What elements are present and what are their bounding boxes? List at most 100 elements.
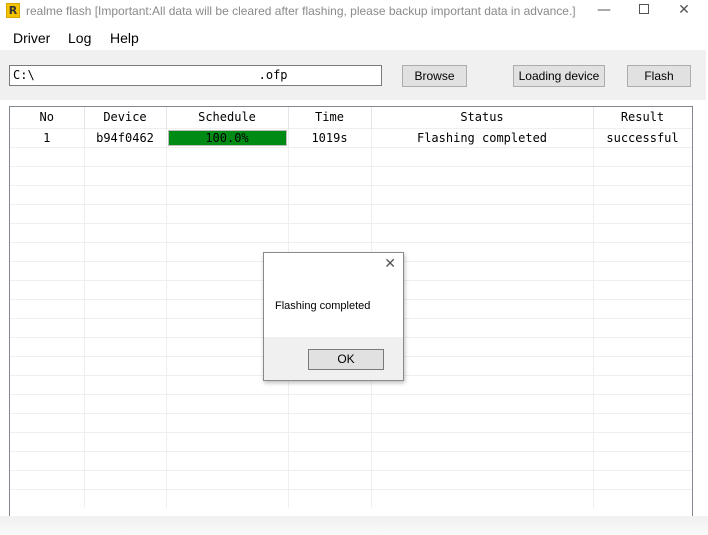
empty-cell (84, 298, 167, 318)
empty-cell (288, 488, 372, 508)
empty-table-row (10, 450, 692, 470)
flash-button[interactable]: Flash (627, 65, 691, 87)
empty-cell (371, 336, 594, 356)
empty-cell (371, 317, 594, 337)
empty-cell (166, 184, 289, 204)
empty-cell (84, 355, 167, 375)
empty-cell (166, 431, 289, 451)
empty-cell (593, 450, 692, 470)
table-row[interactable]: 1 b94f0462 100.0% 1019s Flashing complet… (10, 127, 692, 147)
empty-cell (593, 431, 692, 451)
empty-cell (10, 260, 85, 280)
empty-cell (371, 488, 594, 508)
close-button[interactable]: ✕ (664, 0, 704, 23)
empty-cell (593, 355, 692, 375)
empty-cell (10, 355, 85, 375)
empty-cell (288, 393, 372, 413)
empty-cell (593, 298, 692, 318)
menu-driver[interactable]: Driver (13, 30, 50, 46)
empty-cell (84, 374, 167, 394)
empty-cell (166, 469, 289, 489)
empty-cell (593, 184, 692, 204)
empty-cell (84, 488, 167, 508)
empty-cell (288, 222, 372, 242)
empty-cell (84, 336, 167, 356)
empty-cell (593, 146, 692, 166)
empty-cell (84, 393, 167, 413)
column-header-status[interactable]: Status (371, 107, 594, 128)
empty-cell (84, 412, 167, 432)
column-header-result[interactable]: Result (593, 107, 692, 128)
menu-help[interactable]: Help (110, 30, 139, 46)
window-bottom-edge (0, 516, 708, 535)
empty-cell (371, 374, 594, 394)
empty-cell (288, 146, 372, 166)
menu-log[interactable]: Log (68, 30, 91, 46)
empty-cell (84, 222, 167, 242)
cell-device: b94f0462 (84, 127, 167, 147)
empty-table-row (10, 146, 692, 166)
empty-cell (84, 203, 167, 223)
empty-cell (593, 374, 692, 394)
empty-cell (371, 184, 594, 204)
empty-cell (10, 222, 85, 242)
schedule-progress-label: 100.0% (205, 130, 249, 145)
empty-cell (288, 184, 372, 204)
empty-cell (166, 203, 289, 223)
table-header-row: No Device Schedule Time Status Result (10, 107, 692, 128)
cell-result: successful (593, 127, 692, 147)
empty-cell (10, 279, 85, 299)
empty-cell (10, 450, 85, 470)
empty-cell (10, 431, 85, 451)
empty-cell (84, 317, 167, 337)
empty-cell (84, 431, 167, 451)
column-header-no[interactable]: No (10, 107, 85, 128)
empty-cell (371, 146, 594, 166)
empty-cell (166, 146, 289, 166)
empty-table-row (10, 431, 692, 451)
browse-button[interactable]: Browse (402, 65, 467, 87)
cell-status: Flashing completed (371, 127, 594, 147)
window-title: realme flash [Important:All data will be… (26, 4, 576, 18)
empty-cell (10, 146, 85, 166)
minimize-button[interactable]: — (584, 0, 624, 23)
column-header-device[interactable]: Device (84, 107, 167, 128)
empty-cell (371, 241, 594, 261)
empty-cell (166, 222, 289, 242)
column-header-time[interactable]: Time (288, 107, 372, 128)
empty-table-row (10, 488, 692, 508)
empty-cell (10, 298, 85, 318)
empty-cell (10, 203, 85, 223)
empty-cell (84, 469, 167, 489)
empty-cell (371, 431, 594, 451)
empty-cell (288, 412, 372, 432)
empty-cell (84, 165, 167, 185)
empty-cell (166, 450, 289, 470)
empty-cell (593, 165, 692, 185)
empty-cell (371, 412, 594, 432)
cell-no: 1 (10, 127, 85, 147)
empty-cell (10, 317, 85, 337)
empty-table-row (10, 393, 692, 413)
empty-table-row (10, 184, 692, 204)
empty-cell (371, 450, 594, 470)
empty-cell (166, 488, 289, 508)
ok-button[interactable]: OK (308, 349, 384, 370)
file-path-input[interactable]: C:\ .ofp (9, 65, 382, 86)
empty-cell (10, 412, 85, 432)
maximize-button[interactable] (624, 0, 664, 23)
dialog-close-button[interactable]: ✕ (384, 256, 396, 272)
empty-table-row (10, 469, 692, 489)
empty-cell (371, 393, 594, 413)
empty-cell (84, 260, 167, 280)
column-header-schedule[interactable]: Schedule (166, 107, 289, 128)
loading-device-button[interactable]: Loading device (513, 65, 605, 87)
empty-cell (288, 165, 372, 185)
empty-table-row (10, 203, 692, 223)
cell-schedule: 100.0% (166, 127, 289, 147)
empty-cell (288, 431, 372, 451)
empty-cell (593, 393, 692, 413)
empty-cell (288, 469, 372, 489)
empty-table-row (10, 222, 692, 242)
empty-cell (593, 488, 692, 508)
